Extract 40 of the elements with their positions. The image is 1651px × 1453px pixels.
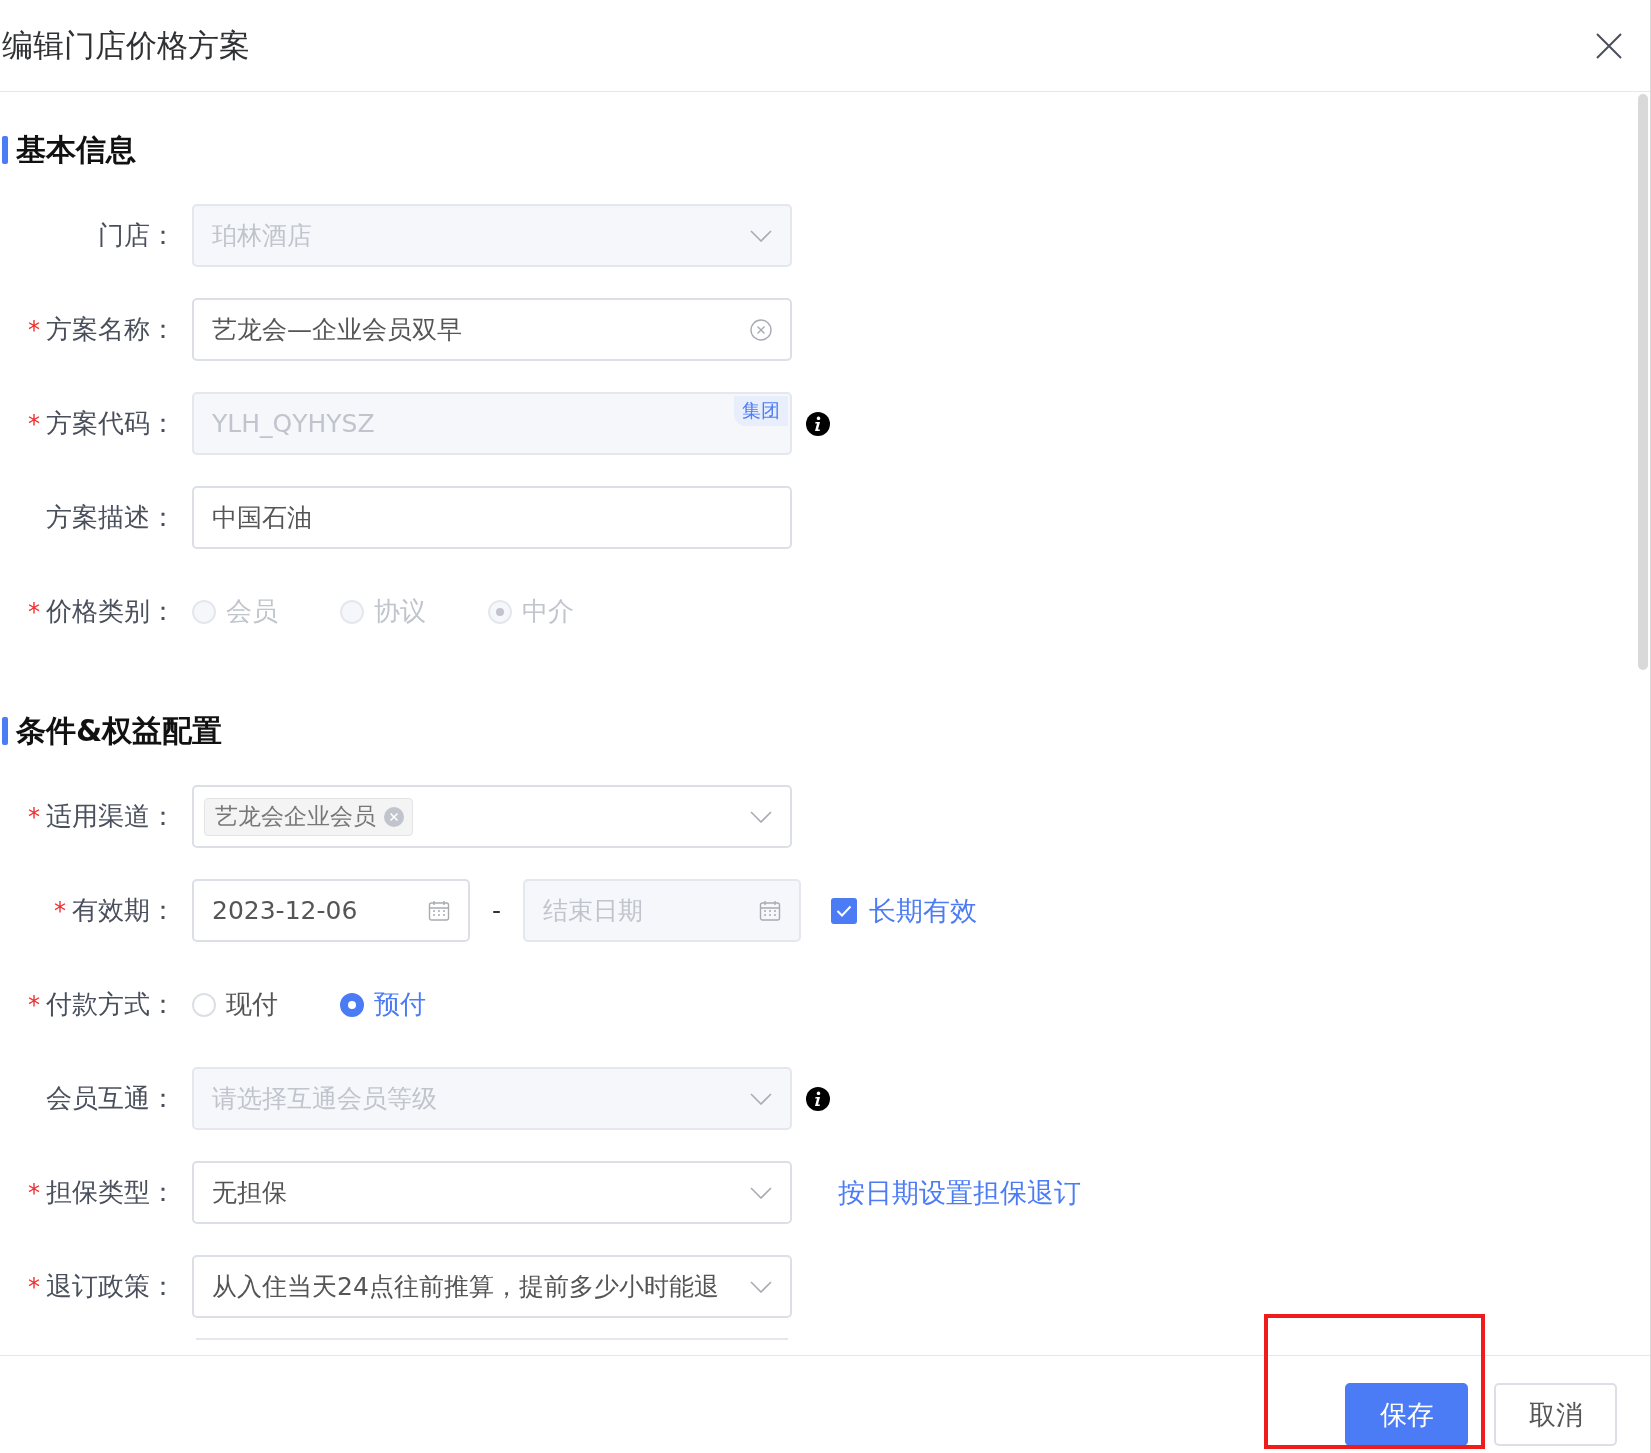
- input-field[interactable]: 中国石油: [192, 486, 792, 549]
- required-mark: *: [28, 315, 40, 344]
- required-mark: *: [28, 802, 40, 831]
- dialog-title: 编辑门店价格方案: [2, 25, 250, 65]
- required-mark: *: [28, 1178, 40, 1207]
- field-label: 会员互通：: [46, 1082, 176, 1115]
- required-mark: *: [54, 896, 66, 925]
- radio-option: 协议: [340, 594, 426, 629]
- long-term-checkbox[interactable]: 长期有效: [831, 892, 978, 929]
- radio-option[interactable]: 预付: [340, 987, 426, 1022]
- date-field[interactable]: 2023-12-06: [192, 879, 470, 942]
- field-label: 价格类别：: [46, 595, 176, 628]
- section-title: 基本信息: [16, 130, 136, 169]
- required-mark: *: [28, 990, 40, 1019]
- group-badge: 集团: [734, 396, 788, 426]
- radio-option: 会员: [192, 594, 278, 629]
- radio-option[interactable]: 现付: [192, 987, 278, 1022]
- select-field[interactable]: 艺龙会企业会员: [192, 785, 792, 848]
- field-label: 门店：: [98, 219, 176, 252]
- field-label: 适用渠道：: [46, 800, 176, 833]
- save-button[interactable]: 保存: [1345, 1383, 1468, 1446]
- select-field[interactable]: 从入住当天24点往前推算，提前多少小时能退: [192, 1255, 792, 1318]
- required-mark: *: [28, 597, 40, 626]
- guarantee-link[interactable]: 按日期设置担保退订: [838, 1174, 1081, 1211]
- field-label: 付款方式：: [46, 988, 176, 1021]
- cancel-button[interactable]: 取消: [1494, 1383, 1617, 1446]
- field-label: 方案代码：: [46, 407, 176, 440]
- section-title: 条件&权益配置: [16, 711, 223, 750]
- select-field[interactable]: 无担保: [192, 1161, 792, 1224]
- input-field[interactable]: 艺龙会—企业会员双早: [192, 298, 792, 361]
- field-label: 有效期：: [72, 894, 176, 927]
- field-label: 退订政策：: [46, 1270, 176, 1303]
- tag-label: 艺龙会企业会员: [215, 802, 376, 831]
- required-mark: *: [28, 409, 40, 438]
- required-mark: *: [28, 1272, 40, 1301]
- range-separator: -: [492, 896, 502, 925]
- field-label: 担保类型：: [46, 1176, 176, 1209]
- field-label: 方案名称：: [46, 313, 176, 346]
- radio-option: 中介: [488, 594, 574, 629]
- field-label: 方案描述：: [46, 501, 176, 534]
